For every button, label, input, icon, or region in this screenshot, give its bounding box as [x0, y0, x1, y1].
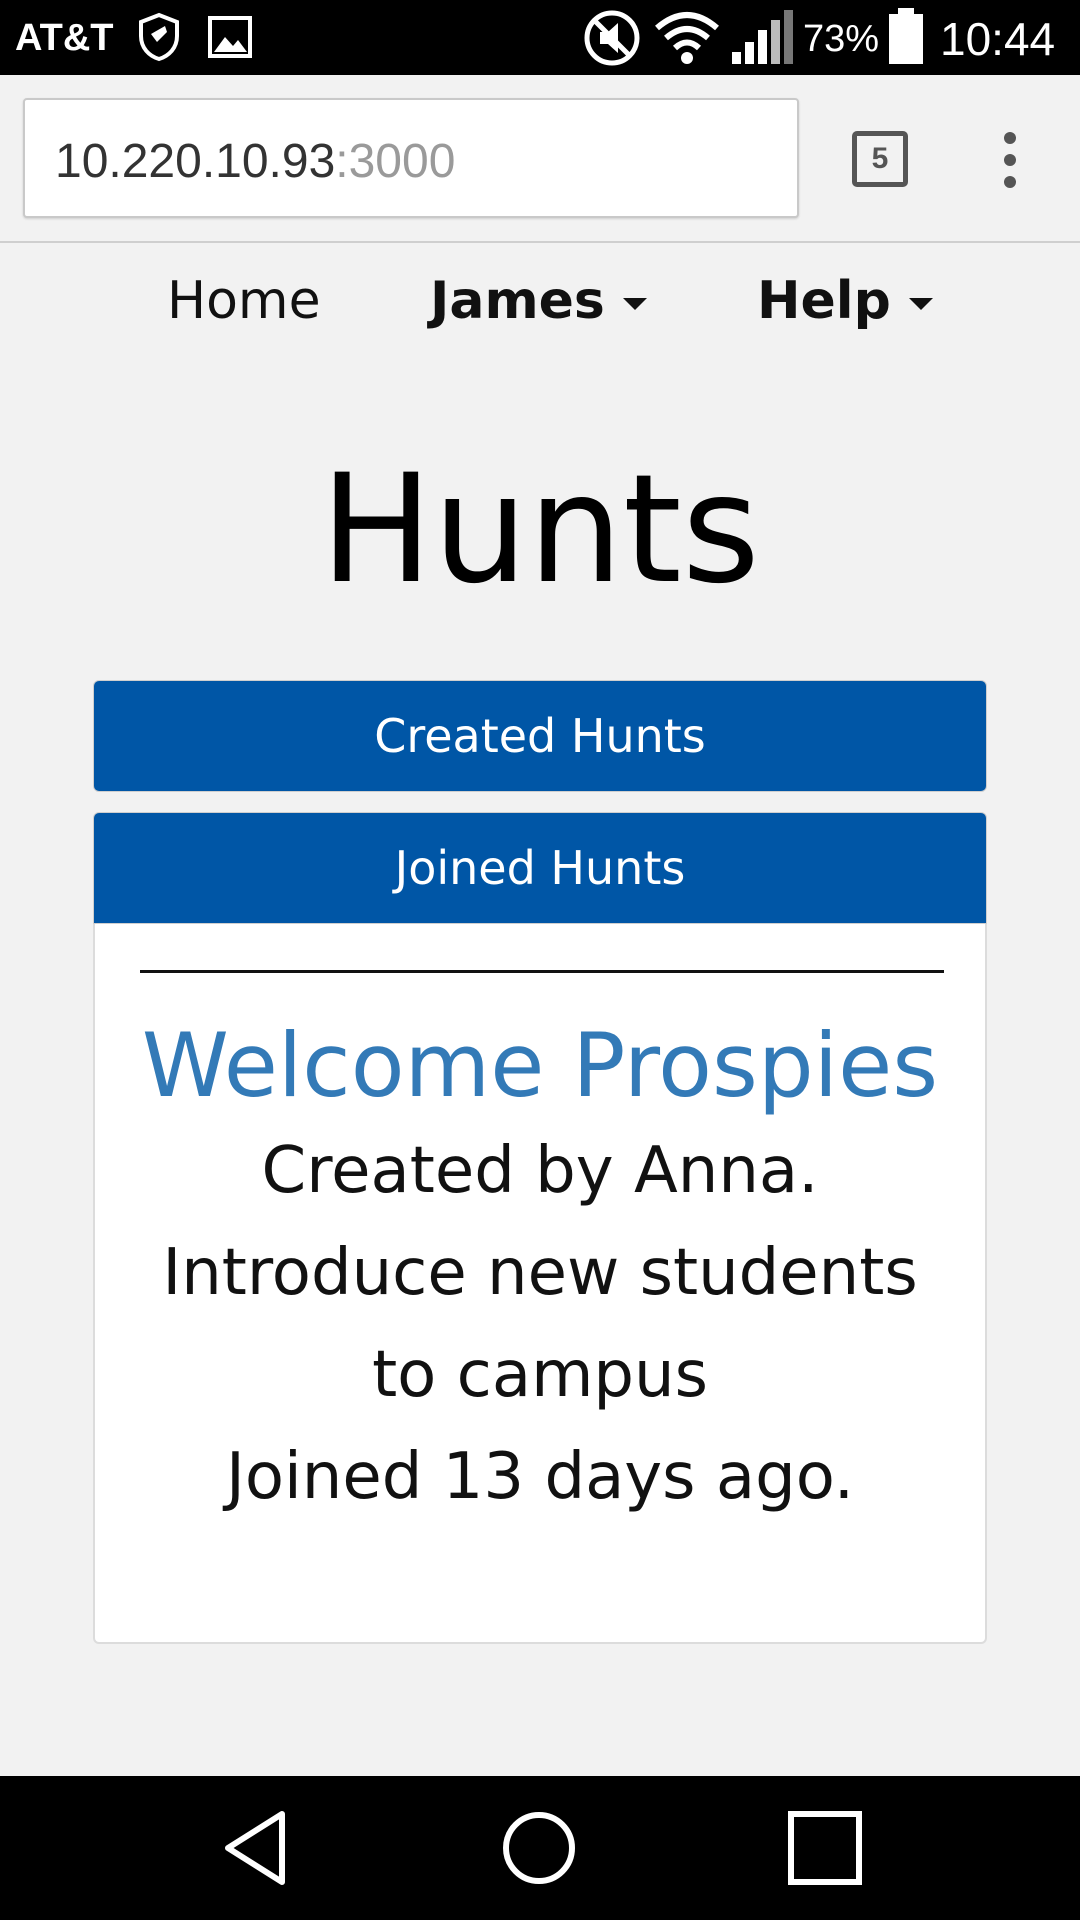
- url-bar[interactable]: 10.220.10.93:3000: [23, 98, 799, 218]
- hunt-title-link[interactable]: Welcome Prospies: [95, 1014, 985, 1117]
- nav-user-dropdown[interactable]: James: [430, 271, 647, 331]
- nav-help-label: Help: [757, 271, 891, 331]
- site-nav: Home James Help: [0, 243, 1080, 373]
- battery-percent: 73%: [803, 18, 880, 60]
- joined-hunts-panel-header[interactable]: Joined Hunts: [93, 812, 987, 924]
- nav-help-dropdown[interactable]: Help: [757, 271, 933, 331]
- hunt-description-line-2: to campus: [372, 1338, 708, 1412]
- carrier-label: AT&T: [15, 17, 114, 59]
- page-title: Hunts: [320, 443, 760, 617]
- back-icon[interactable]: [220, 1808, 290, 1888]
- hunt-creator: Created by Anna.: [261, 1134, 819, 1208]
- image-icon: [208, 16, 252, 58]
- battery-icon: [889, 8, 923, 64]
- url-port: :3000: [335, 135, 456, 188]
- url-text: 10.220.10.93:3000: [55, 134, 455, 189]
- android-nav-bar: [0, 1776, 1080, 1920]
- wifi-icon: [655, 12, 719, 64]
- hunt-description-line-1: Introduce new students: [162, 1236, 918, 1310]
- hunt-joined-date: Joined 13 days ago.: [225, 1440, 855, 1514]
- caret-down-icon: [908, 298, 933, 310]
- divider: [140, 970, 944, 973]
- created-hunts-panel-header[interactable]: Created Hunts: [93, 680, 987, 792]
- nav-user-label: James: [430, 271, 605, 331]
- mute-icon: [584, 10, 640, 66]
- home-circle-icon[interactable]: [500, 1808, 578, 1888]
- browser-toolbar: 10.220.10.93:3000 5: [0, 75, 1080, 243]
- status-bar: AT&T 73% 10:44: [0, 0, 1080, 75]
- tab-switcher-button[interactable]: 5: [852, 131, 908, 187]
- clock: 10:44: [940, 13, 1056, 65]
- shield-icon: [139, 12, 179, 62]
- recent-apps-icon[interactable]: [787, 1810, 863, 1886]
- caret-down-icon: [622, 298, 647, 310]
- signal-icon: [732, 10, 793, 64]
- nav-home-link[interactable]: Home: [167, 271, 321, 331]
- url-host: 10.220.10.93: [55, 135, 336, 188]
- overflow-menu-icon[interactable]: [990, 130, 1030, 190]
- joined-hunts-panel-body: Welcome Prospies Created by Anna. Introd…: [93, 924, 987, 1644]
